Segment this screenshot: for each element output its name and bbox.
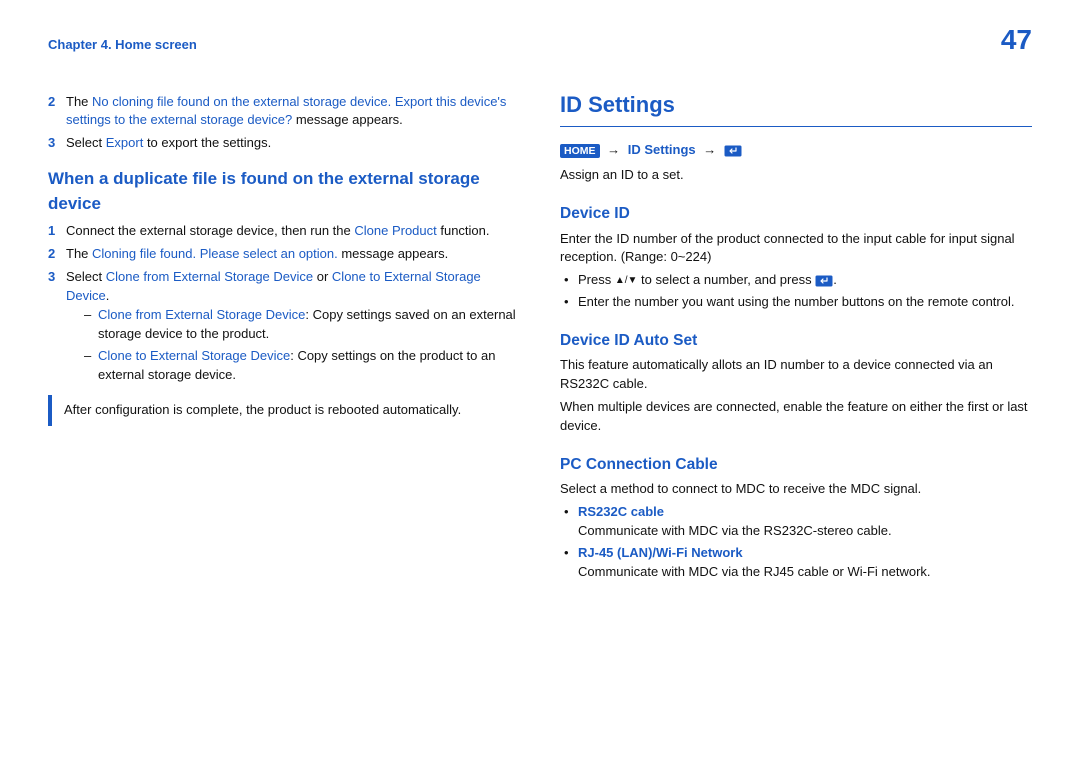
arrow-icon: → <box>703 142 716 157</box>
subsection-heading: When a duplicate file is found on the ex… <box>48 167 520 216</box>
list-item: Press ▲/▼ to select a number, and press … <box>564 271 1032 290</box>
list-item: RS232C cable Communicate with MDC via th… <box>564 503 1032 541</box>
section-heading: ID Settings <box>560 89 1032 128</box>
inline-blue-text: Export <box>106 135 144 150</box>
body-text: Communicate with MDC via the RJ45 cable … <box>578 563 1032 582</box>
list-item: Clone to External Storage Device: Copy s… <box>84 347 520 385</box>
up-down-icon: ▲/▼ <box>615 274 638 289</box>
arrow-icon: → <box>607 142 620 157</box>
option-label: RJ-45 (LAN)/Wi-Fi Network <box>578 544 1032 563</box>
body-text: Select <box>66 269 106 284</box>
subsection-heading: Device ID Auto Set <box>560 330 1032 352</box>
enter-icon <box>815 275 833 287</box>
body-text: Select a method to connect to MDC to rec… <box>560 480 1032 499</box>
option-label: RS232C cable <box>578 503 1032 522</box>
right-column: ID Settings HOME → ID Settings → Assign … <box>560 89 1032 586</box>
breadcrumb: HOME → ID Settings → <box>560 141 1032 160</box>
list-item: Enter the number you want using the numb… <box>564 293 1032 312</box>
body-text: Communicate with MDC via the RS232C-ster… <box>578 522 1032 541</box>
list-item: Select Clone from External Storage Devic… <box>48 268 520 385</box>
home-chip-icon: HOME <box>560 144 600 159</box>
subsection-heading: PC Connection Cable <box>560 454 1032 476</box>
inline-blue-text: Clone Product <box>354 223 436 238</box>
inline-blue-text: No cloning file found on the external st… <box>66 94 506 128</box>
list-item: RJ-45 (LAN)/Wi-Fi Network Communicate wi… <box>564 544 1032 582</box>
body-text: This feature automatically allots an ID … <box>560 356 1032 394</box>
left-column: The No cloning file found on the externa… <box>48 89 520 586</box>
body-text: The <box>66 94 92 109</box>
list-item: The Cloning file found. Please select an… <box>48 245 520 264</box>
note-box: After configuration is complete, the pro… <box>48 395 520 426</box>
body-text: to select a number, and press <box>637 272 815 287</box>
body-text: . <box>833 272 837 287</box>
body-text: Enter the ID number of the product conne… <box>560 230 1032 268</box>
body-text: Press <box>578 272 615 287</box>
inline-blue-text: Clone from External Storage Device <box>106 269 313 284</box>
body-text: Connect the external storage device, the… <box>66 223 354 238</box>
body-text: or <box>313 269 332 284</box>
inline-blue-text: Clone to External Storage Device <box>98 348 290 363</box>
chapter-reference: Chapter 4. Home screen <box>48 36 197 55</box>
body-text: Assign an ID to a set. <box>560 166 1032 185</box>
body-text: message appears. <box>338 246 449 261</box>
body-text: message appears. <box>292 112 403 127</box>
body-text: The <box>66 246 92 261</box>
inline-blue-text: Cloning file found. Please select an opt… <box>92 246 338 261</box>
enter-icon <box>724 145 742 157</box>
body-text: Select <box>66 135 106 150</box>
list-item: Connect the external storage device, the… <box>48 222 520 241</box>
body-text: . <box>106 288 110 303</box>
body-text: to export the settings. <box>143 135 271 150</box>
list-item: Select Export to export the settings. <box>48 134 520 153</box>
subsection-heading: Device ID <box>560 203 1032 225</box>
body-text: When multiple devices are connected, ena… <box>560 398 1032 436</box>
list-item: The No cloning file found on the externa… <box>48 93 520 131</box>
inline-blue-text: Clone from External Storage Device <box>98 307 305 322</box>
page-number: 47 <box>1001 20 1032 61</box>
body-text: function. <box>437 223 490 238</box>
breadcrumb-item: ID Settings <box>628 142 696 157</box>
list-item: Clone from External Storage Device: Copy… <box>84 306 520 344</box>
note-text: After configuration is complete, the pro… <box>64 402 461 417</box>
